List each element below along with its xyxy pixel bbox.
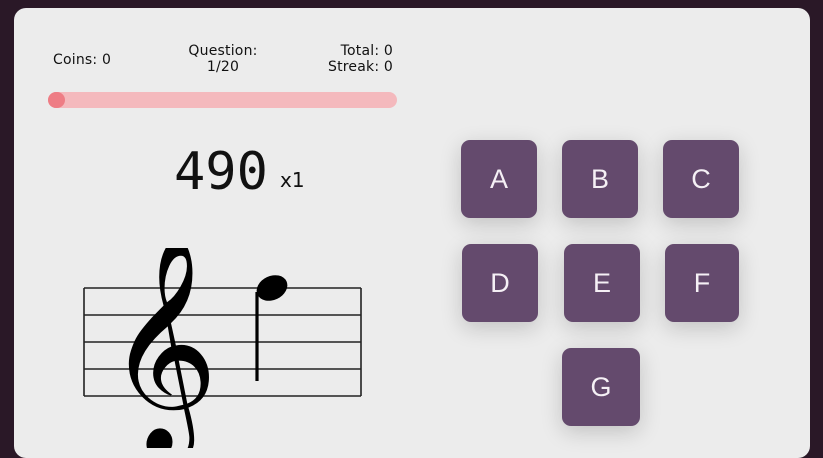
coins-counter: Coins: 0: [53, 52, 112, 68]
treble-clef-icon: 𝄞: [106, 248, 218, 448]
svg-text:𝄞: 𝄞: [106, 248, 218, 448]
progress-bar: [48, 92, 397, 108]
answer-button-e[interactable]: E: [564, 244, 640, 322]
quarter-note-icon: [255, 275, 288, 381]
question-counter: Question: 1/20: [186, 43, 260, 75]
music-staff: 𝄞: [83, 248, 362, 448]
answer-button-c[interactable]: C: [663, 140, 739, 218]
answer-button-g[interactable]: G: [562, 348, 640, 426]
answer-button-f[interactable]: F: [665, 244, 739, 322]
answer-button-b[interactable]: B: [562, 140, 638, 218]
answer-button-a[interactable]: A: [461, 140, 537, 218]
totals-block: Total: 0 Streak: 0: [328, 43, 393, 75]
progress-fill: [48, 92, 66, 108]
score-value: 490: [174, 142, 268, 202]
answer-button-d[interactable]: D: [462, 244, 538, 322]
question-value: 1/20: [206, 59, 240, 75]
quiz-card: Coins: 0 Question: 1/20 Total: 0 Streak:…: [14, 8, 810, 458]
total-counter: Total: 0: [340, 43, 393, 59]
question-label: Question:: [188, 43, 258, 59]
score-multiplier: x1: [280, 168, 305, 192]
streak-counter: Streak: 0: [328, 59, 393, 75]
